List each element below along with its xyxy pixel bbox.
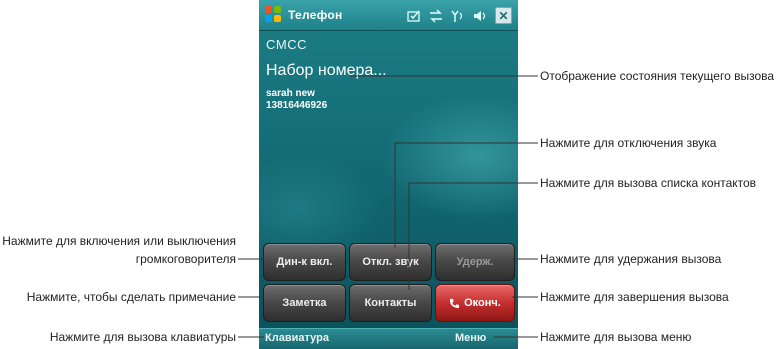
callout-keypad: Нажмите для вызова клавиатуры xyxy=(49,330,236,344)
callout-call-status: Отображение состояния текущего вызова xyxy=(540,69,775,83)
callout-speaker-line2: громкоговорителя xyxy=(135,252,236,266)
callout-line-mute xyxy=(394,142,538,248)
callout-contacts: Нажмите для вызова списка контактов xyxy=(540,176,757,190)
callout-mute: Нажмите для отключения звука xyxy=(540,136,717,150)
callout-menu: Нажмите для вызова меню xyxy=(540,330,692,344)
callout-end: Нажмите для завершения вызова xyxy=(540,290,729,304)
callout-note: Нажмите, чтобы сделать примечание xyxy=(26,290,236,304)
callout-hold: Нажмите для удержания вызова xyxy=(540,252,722,266)
callout-line-contacts xyxy=(408,182,538,290)
callout-speaker-line1: Нажмите для включения или выключения xyxy=(2,234,236,248)
